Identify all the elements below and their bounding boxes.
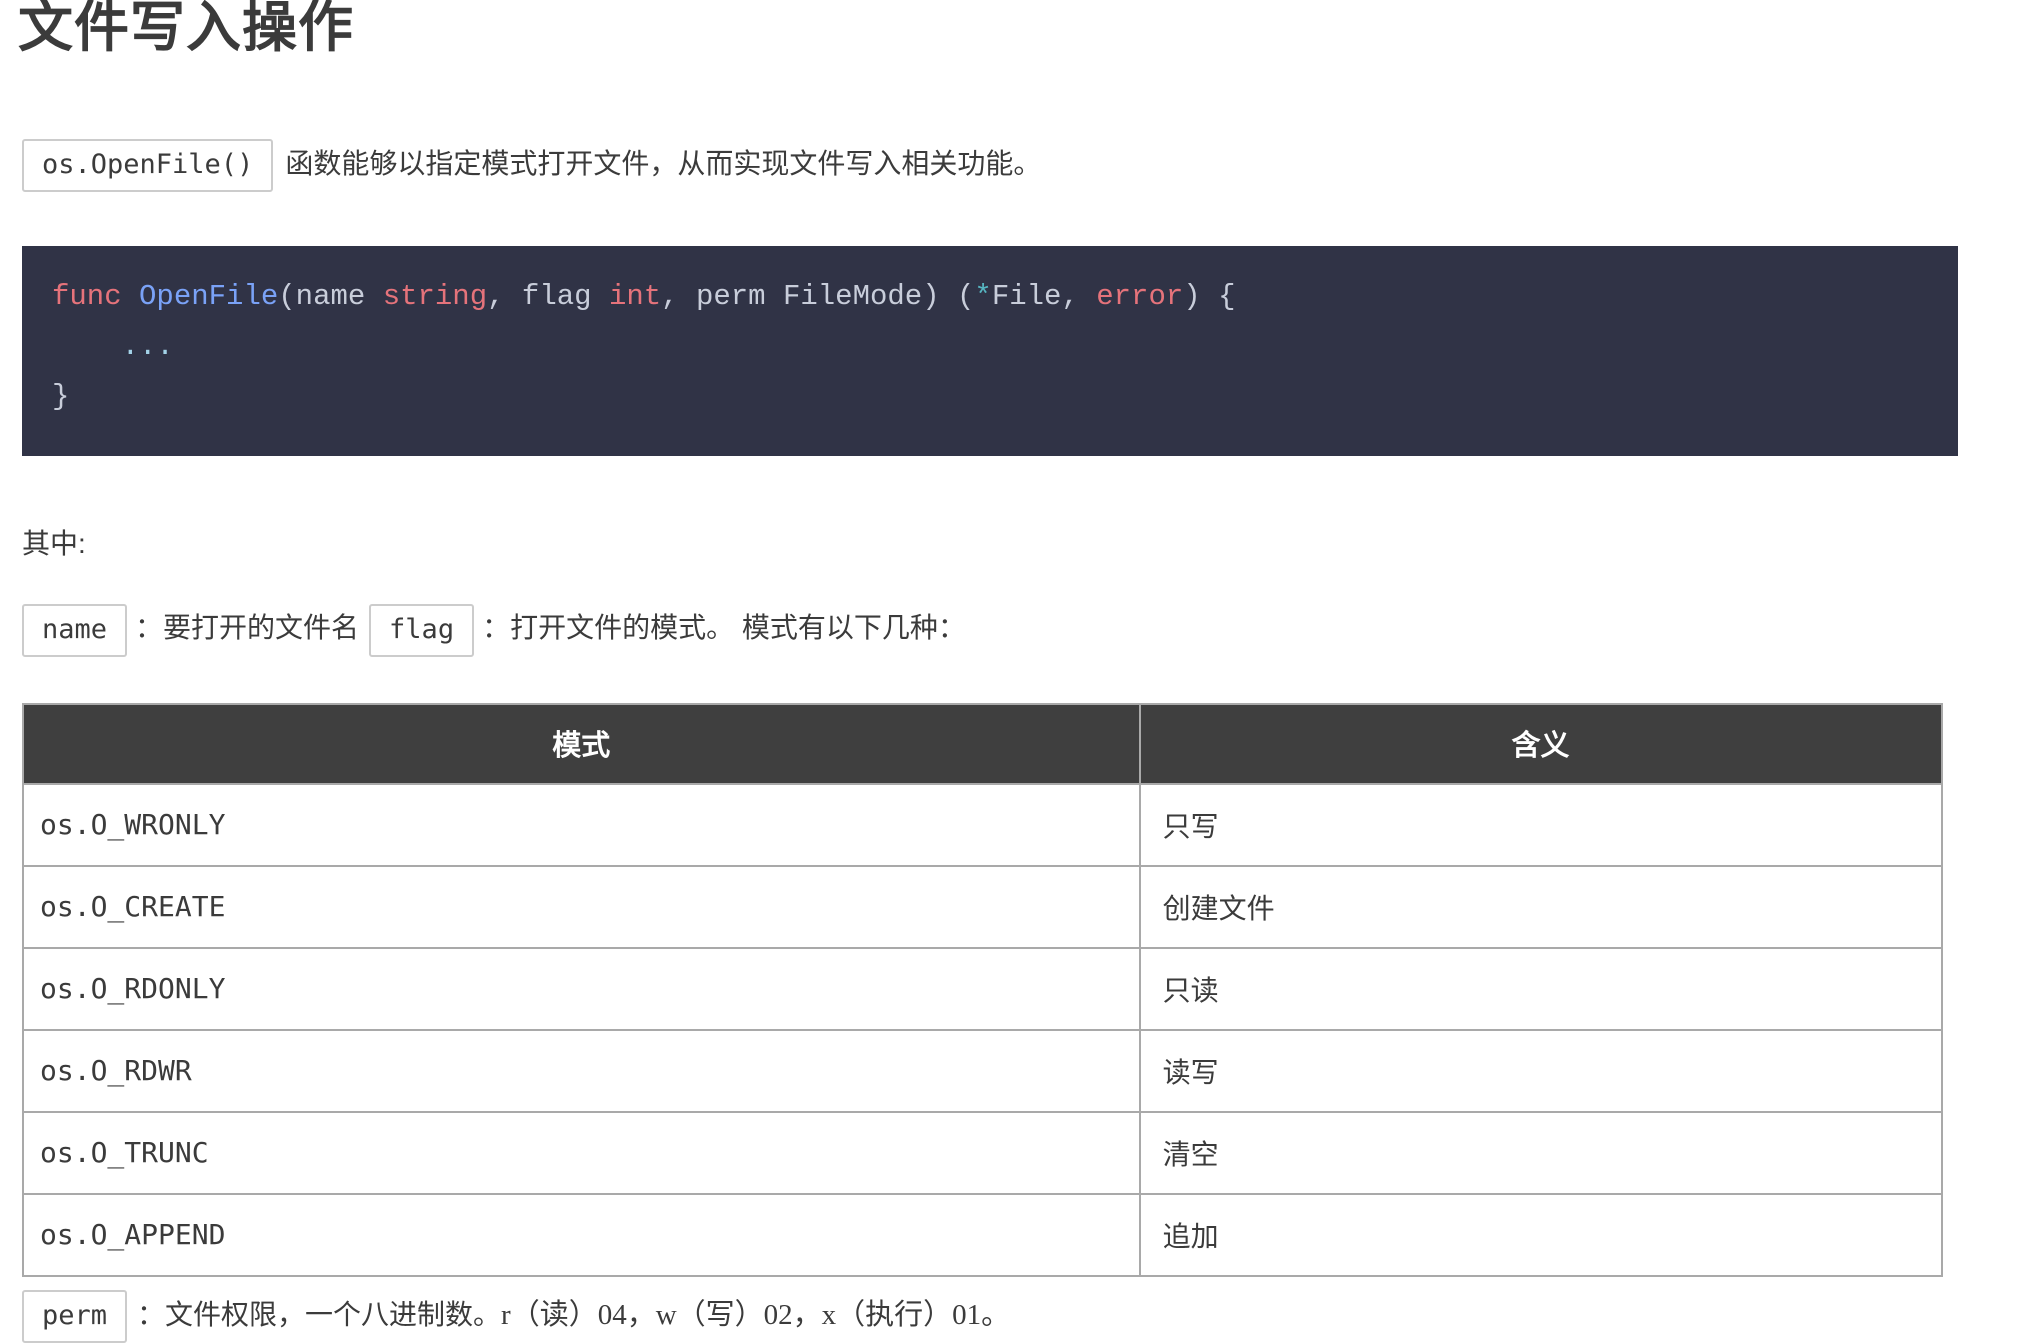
code-line: ...	[52, 322, 1928, 372]
code-token: File,	[992, 280, 1096, 313]
meaning-cell: 读写	[1140, 1030, 1942, 1112]
code-token: int	[609, 280, 661, 313]
table-row: os.O_RDWR读写	[23, 1030, 1942, 1112]
mode-cell: os.O_APPEND	[23, 1194, 1140, 1276]
code-token: , flag	[487, 280, 609, 313]
code-token: (name	[278, 280, 382, 313]
inline-code-name: name	[22, 604, 127, 657]
code-token: OpenFile	[139, 280, 278, 313]
flag-table: 模式 含义 os.O_WRONLY只写os.O_CREATE创建文件os.O_R…	[22, 703, 1943, 1277]
inline-code-flag: flag	[369, 604, 474, 657]
code-content: func OpenFile(name string, flag int, per…	[52, 272, 1928, 422]
inline-code-perm: perm	[22, 1290, 127, 1343]
params-paragraph: name ：要打开的文件名 flag ：打开文件的模式。 模式有以下几种：	[22, 604, 1958, 657]
flag-table-header-mode: 模式	[23, 704, 1140, 784]
intro-text: 函数能够以指定模式打开文件，从而实现文件写入相关功能。	[285, 147, 1041, 178]
perm-text: ：文件权限，一个八进制数。	[137, 1298, 501, 1329]
meaning-cell: 追加	[1140, 1194, 1942, 1276]
meaning-cell: 清空	[1140, 1112, 1942, 1194]
mode-cell: os.O_RDONLY	[23, 948, 1140, 1030]
code-token: ...	[52, 330, 174, 363]
flag-table-head: 模式 含义	[23, 704, 1942, 784]
code-token: *	[974, 280, 991, 313]
flag-table-body: os.O_WRONLY只写os.O_CREATE创建文件os.O_RDONLY只…	[23, 784, 1942, 1276]
meaning-cell: 只写	[1140, 784, 1942, 866]
perm-serif-text: r（读）04，w（写）02，x（执行）01。	[501, 1298, 1010, 1330]
among-label: 其中:	[22, 522, 1958, 562]
code-token: ) {	[1183, 280, 1235, 313]
table-row: os.O_CREATE创建文件	[23, 866, 1942, 948]
meaning-cell: 创建文件	[1140, 866, 1942, 948]
table-row: os.O_APPEND追加	[23, 1194, 1942, 1276]
code-token	[122, 280, 139, 313]
params-text-flag: ：打开文件的模式。 模式有以下几种：	[482, 612, 966, 643]
code-token: error	[1096, 280, 1183, 313]
meaning-cell: 只读	[1140, 948, 1942, 1030]
page-container: 文件写入操作 os.OpenFile() 函数能够以指定模式打开文件，从而实现文件…	[0, 0, 2022, 1343]
mode-cell: os.O_WRONLY	[23, 784, 1140, 866]
code-token: string	[383, 280, 487, 313]
intro-paragraph: os.OpenFile() 函数能够以指定模式打开文件，从而实现文件写入相关功能。	[22, 139, 1958, 192]
table-row: os.O_WRONLY只写	[23, 784, 1942, 866]
code-block: func OpenFile(name string, flag int, per…	[22, 246, 1958, 456]
mode-cell: os.O_TRUNC	[23, 1112, 1140, 1194]
params-text-name: ：要打开的文件名	[135, 612, 359, 643]
code-token: , perm FileMode) (	[661, 280, 974, 313]
code-token: }	[52, 380, 69, 413]
code-line: func OpenFile(name string, flag int, per…	[52, 272, 1928, 322]
perm-paragraph: perm ：文件权限，一个八进制数。r（读）04，w（写）02，x（执行）01。	[22, 1290, 1958, 1343]
inline-code-os-openfile: os.OpenFile()	[22, 139, 273, 192]
table-row: os.O_RDONLY只读	[23, 948, 1942, 1030]
table-row: os.O_TRUNC清空	[23, 1112, 1942, 1194]
mode-cell: os.O_RDWR	[23, 1030, 1140, 1112]
mode-cell: os.O_CREATE	[23, 866, 1140, 948]
code-token: func	[52, 280, 122, 313]
flag-table-header-row: 模式 含义	[23, 704, 1942, 784]
page-title: 文件写入操作	[18, 0, 1958, 59]
flag-table-header-meaning: 含义	[1140, 704, 1942, 784]
code-line: }	[52, 372, 1928, 422]
